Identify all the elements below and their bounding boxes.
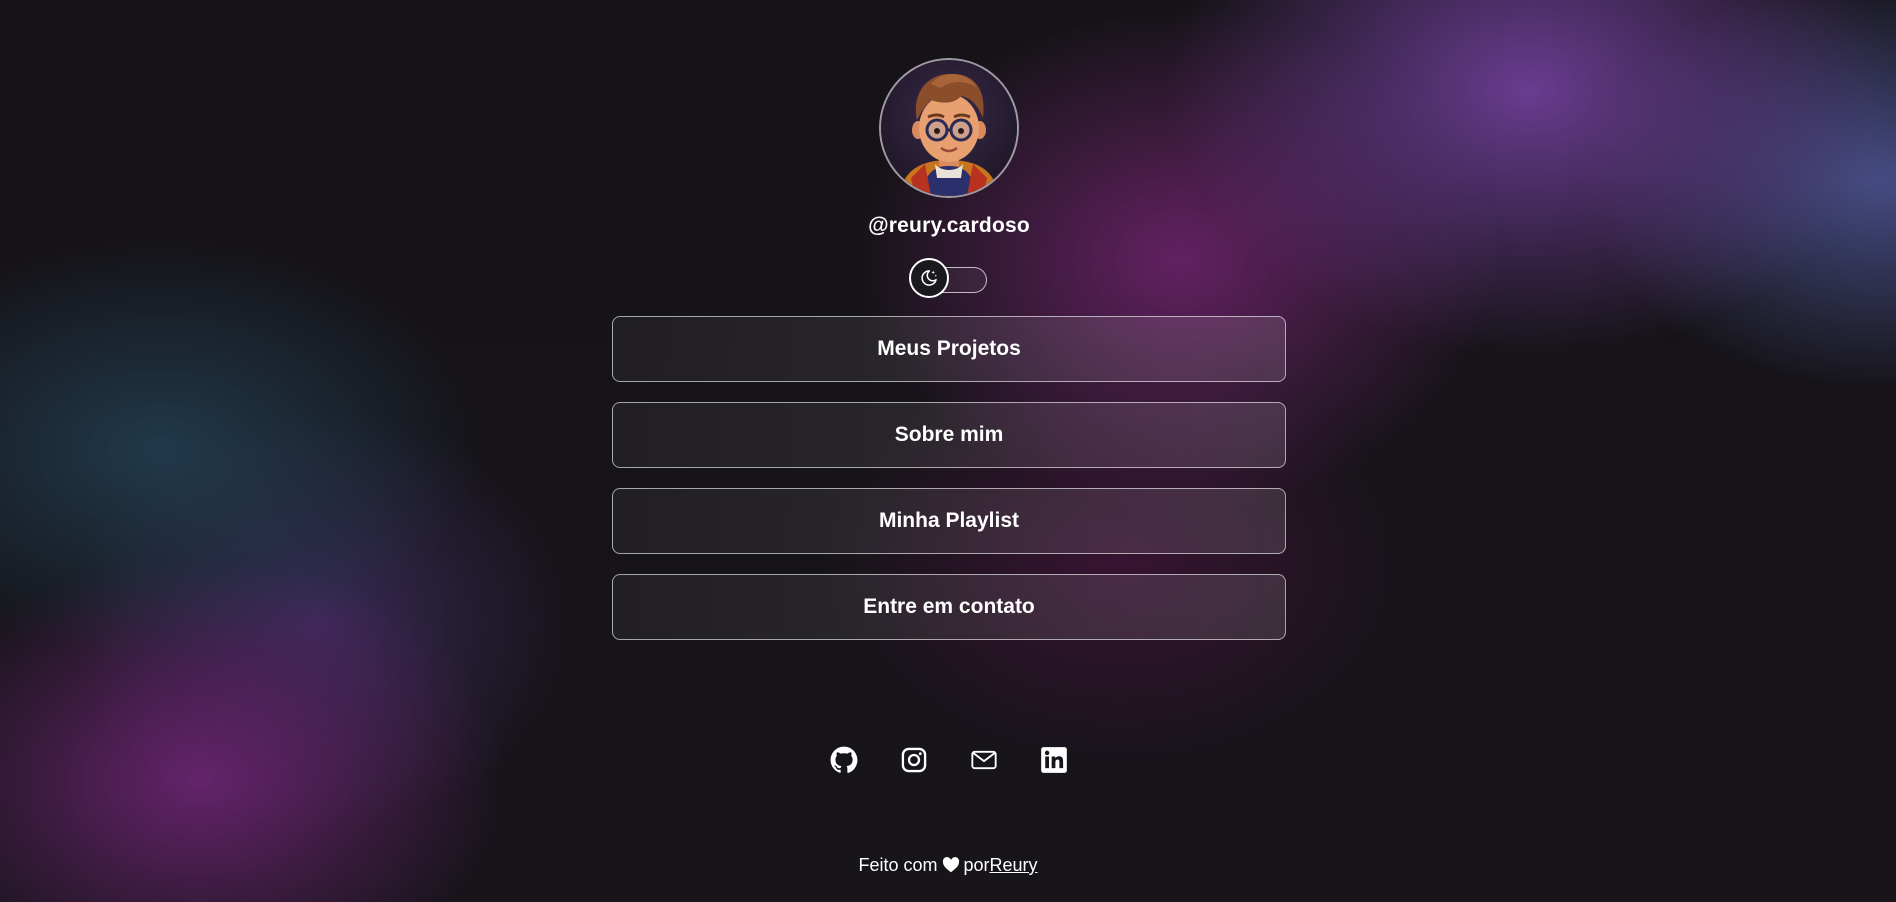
mail-link[interactable]	[970, 745, 998, 775]
social-links	[830, 745, 1068, 775]
avatar-illustration	[881, 60, 1017, 196]
link-list: Meus Projetos Sobre mim Minha Playlist E…	[612, 316, 1286, 640]
link-button-minha-playlist[interactable]: Minha Playlist	[612, 488, 1286, 554]
github-icon	[830, 746, 858, 773]
theme-toggle[interactable]	[909, 258, 989, 298]
theme-toggle-knob[interactable]	[909, 258, 949, 298]
footer-prefix: Feito com	[858, 855, 938, 875]
footer: Feito com porReury	[0, 855, 1896, 878]
linkedin-link[interactable]	[1040, 745, 1068, 775]
link-button-sobre-mim[interactable]: Sobre mim	[612, 402, 1286, 468]
link-button-meus-projetos[interactable]: Meus Projetos	[612, 316, 1286, 382]
mail-icon	[971, 750, 997, 770]
instagram-icon	[901, 747, 927, 773]
avatar	[879, 58, 1019, 198]
footer-by: por	[963, 855, 990, 875]
heart-icon	[942, 857, 960, 878]
link-button-entre-em-contato[interactable]: Entre em contato	[612, 574, 1286, 640]
username: @reury.cardoso	[868, 214, 1030, 237]
github-link[interactable]	[830, 745, 858, 775]
footer-author-link[interactable]: Reury	[990, 855, 1038, 875]
moon-stars-icon	[921, 270, 937, 286]
linkedin-icon	[1041, 747, 1067, 773]
profile-card: @reury.cardoso Meus Projetos Sobre mim M…	[612, 58, 1286, 640]
instagram-link[interactable]	[900, 745, 928, 775]
